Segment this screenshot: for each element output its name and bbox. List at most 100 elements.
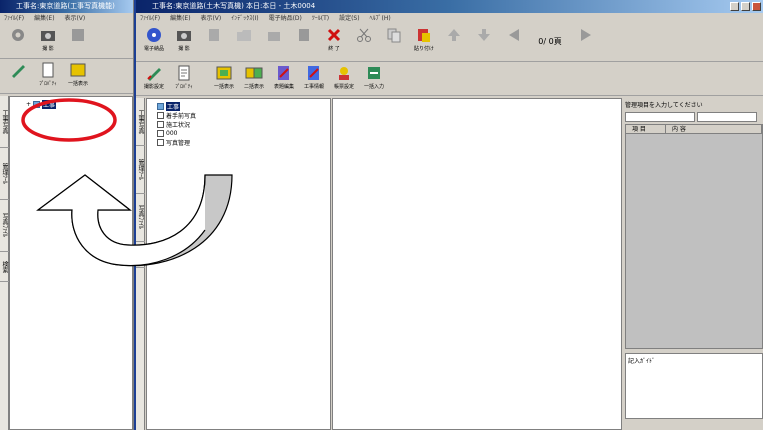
- camera-icon: [177, 31, 191, 41]
- cut-button[interactable]: [350, 26, 378, 56]
- report-settings-button[interactable]: 帳票設定: [330, 64, 358, 94]
- menu-edit[interactable]: 編集(E): [170, 15, 190, 22]
- tree-item[interactable]: 000: [151, 129, 326, 138]
- arrow-right-icon: [581, 29, 591, 41]
- left-toolbar-1: 撮 影: [0, 24, 133, 59]
- menu-help[interactable]: ﾍﾙﾌﾟ(H): [370, 15, 391, 22]
- menu-view[interactable]: 表示(V): [64, 15, 85, 22]
- folder-button[interactable]: [230, 26, 258, 56]
- left-vertical-tabs: 工事写真 管理ﾂｰﾙ 写真ﾌｧｲﾙ 検索: [0, 96, 9, 430]
- delivery-button[interactable]: 電子納品: [140, 26, 168, 56]
- pen-icon: [12, 65, 25, 78]
- maximize-button[interactable]: [741, 2, 750, 11]
- double-view-button[interactable]: 二括表示: [240, 64, 268, 94]
- tree-root-label: 工事: [42, 100, 57, 109]
- tree-item[interactable]: 着手前写真: [151, 111, 326, 120]
- left-gear-button[interactable]: [4, 26, 32, 56]
- side-search-row: [625, 112, 763, 122]
- left-body: 工事写真 管理ﾂｰﾙ 写真ﾌｧｲﾙ 検索 + 工事: [0, 96, 133, 430]
- batch-icon: [368, 67, 380, 79]
- tree-root[interactable]: 工事: [151, 102, 326, 111]
- guide-panel[interactable]: 記入ｶﾞｲﾄﾞ: [625, 353, 763, 419]
- exit-button[interactable]: 終 了: [320, 26, 348, 56]
- move-down-button[interactable]: [470, 26, 498, 56]
- report-icon: [339, 67, 349, 80]
- left-property-button[interactable]: ﾌﾟﾛﾊﾟﾃｨ: [34, 61, 62, 91]
- menu-view[interactable]: 表示(V): [200, 15, 221, 22]
- left-pen-button[interactable]: [4, 61, 32, 91]
- document-icon: [178, 65, 190, 81]
- col-item: 項 目: [626, 125, 666, 133]
- grid-icon: [268, 32, 280, 41]
- expand-icon[interactable]: +: [26, 101, 31, 108]
- book-button[interactable]: [200, 26, 228, 56]
- tab-tools[interactable]: 管理ﾂｰﾙ: [0, 148, 9, 200]
- tab-files[interactable]: 写真ﾌｧｲﾙ: [0, 200, 9, 252]
- left-stack-button[interactable]: [64, 26, 92, 56]
- copy-icon: [387, 28, 401, 43]
- main-window-title: 工事名:東京道路(土木写真機) 本日:本日 - 土木0004: [136, 0, 763, 13]
- single-view-button[interactable]: 一括表示: [210, 64, 238, 94]
- menu-tools[interactable]: ﾂｰﾙ(T): [312, 15, 329, 22]
- arrow-down-icon: [478, 29, 490, 41]
- menu-settings[interactable]: 設定(S): [339, 15, 360, 22]
- book-icon: [157, 130, 164, 137]
- tab-files[interactable]: 写真ﾌｧｲﾙ: [136, 194, 145, 242]
- guide-label: 記入ｶﾞｲﾄﾞ: [628, 358, 656, 365]
- close-window-button[interactable]: [752, 2, 761, 11]
- info-icon: [308, 66, 319, 80]
- copy-button[interactable]: [380, 26, 408, 56]
- menu-file[interactable]: ﾌｧｲﾙ(F): [4, 15, 24, 22]
- pen-icon: [147, 68, 161, 81]
- tree-root[interactable]: + 工事: [12, 100, 130, 109]
- tree-item[interactable]: 写真管理: [151, 138, 326, 147]
- menu-delivery[interactable]: 電子納品(D): [269, 15, 302, 22]
- menu-edit[interactable]: 編集(E): [34, 15, 54, 22]
- tab-search[interactable]: 検索: [0, 252, 9, 282]
- photo-icon: [216, 66, 232, 80]
- left-tree: + 工事: [9, 96, 133, 430]
- grid-button[interactable]: [260, 26, 288, 56]
- left-camera-button[interactable]: 撮 影: [34, 26, 62, 56]
- photos-icon: [245, 67, 263, 79]
- title-edit-button[interactable]: 表題編集: [270, 64, 298, 94]
- photo-view-area[interactable]: [332, 98, 622, 430]
- book-icon: [209, 29, 219, 41]
- main-window: 工事名:東京道路(土木写真機) 本日:本日 - 土木0004 ﾌｧｲﾙ(F) 編…: [134, 0, 763, 430]
- paste-button[interactable]: 貼り付け: [410, 26, 438, 56]
- minimize-button[interactable]: [730, 2, 739, 11]
- move-up-button[interactable]: [440, 26, 468, 56]
- project-info-button[interactable]: 工事情報: [300, 64, 328, 94]
- left-menubar: ﾌｧｲﾙ(F) 編集(E) 表示(V): [0, 13, 133, 24]
- tab-tools[interactable]: 管理ﾂｰﾙ: [136, 146, 145, 194]
- left-window: 工事名:東京道路(工事写真機能) ﾌｧｲﾙ(F) 編集(E) 表示(V) 撮 影…: [0, 0, 134, 430]
- photo-settings-button[interactable]: 撮影設定: [140, 64, 168, 94]
- side-panel: 管理項目を入力してください 項 目 内 容 記入ｶﾞｲﾄﾞ: [625, 98, 763, 430]
- stack-button[interactable]: [290, 26, 318, 56]
- stack-icon: [299, 29, 309, 41]
- photo-icon: [70, 63, 86, 77]
- gear-icon: [12, 29, 24, 41]
- batch-input-button[interactable]: 一括入力: [360, 64, 388, 94]
- menu-index[interactable]: ｲﾝﾃﾞｯｸｽ(I): [231, 15, 258, 22]
- property-table-header: 項 目 内 容: [626, 125, 762, 134]
- search-field-2[interactable]: [697, 112, 757, 122]
- edit-icon: [278, 66, 289, 80]
- tree-item[interactable]: 施工状況: [151, 120, 326, 129]
- main-toolbar-2: 撮影設定 ﾌﾟﾛﾊﾟﾃｨ 一括表示 二括表示 表題編集 工事情報 帳票設定 一括…: [136, 62, 763, 96]
- property-button[interactable]: ﾌﾟﾛﾊﾟﾃｨ: [170, 64, 198, 94]
- camera-button[interactable]: 撮 影: [170, 26, 198, 56]
- tab-photos[interactable]: 工事写真: [0, 96, 9, 148]
- next-page-button[interactable]: [572, 26, 600, 56]
- left-batch-view-button[interactable]: 一括表示: [64, 61, 92, 91]
- search-input[interactable]: [625, 112, 695, 122]
- document-icon: [42, 62, 54, 78]
- main-vertical-tabs: 工事写真 管理ﾂｰﾙ 写真ﾌｧｲﾙ 検索: [136, 98, 145, 430]
- book-icon: [157, 121, 164, 128]
- menu-file[interactable]: ﾌｧｲﾙ(F): [140, 15, 160, 22]
- prev-page-button[interactable]: [500, 26, 528, 56]
- tab-photos[interactable]: 工事写真: [136, 98, 145, 146]
- paste-icon: [418, 29, 430, 42]
- search-prompt: 管理項目を入力してください: [625, 102, 703, 109]
- tab-search[interactable]: 検索: [136, 242, 145, 268]
